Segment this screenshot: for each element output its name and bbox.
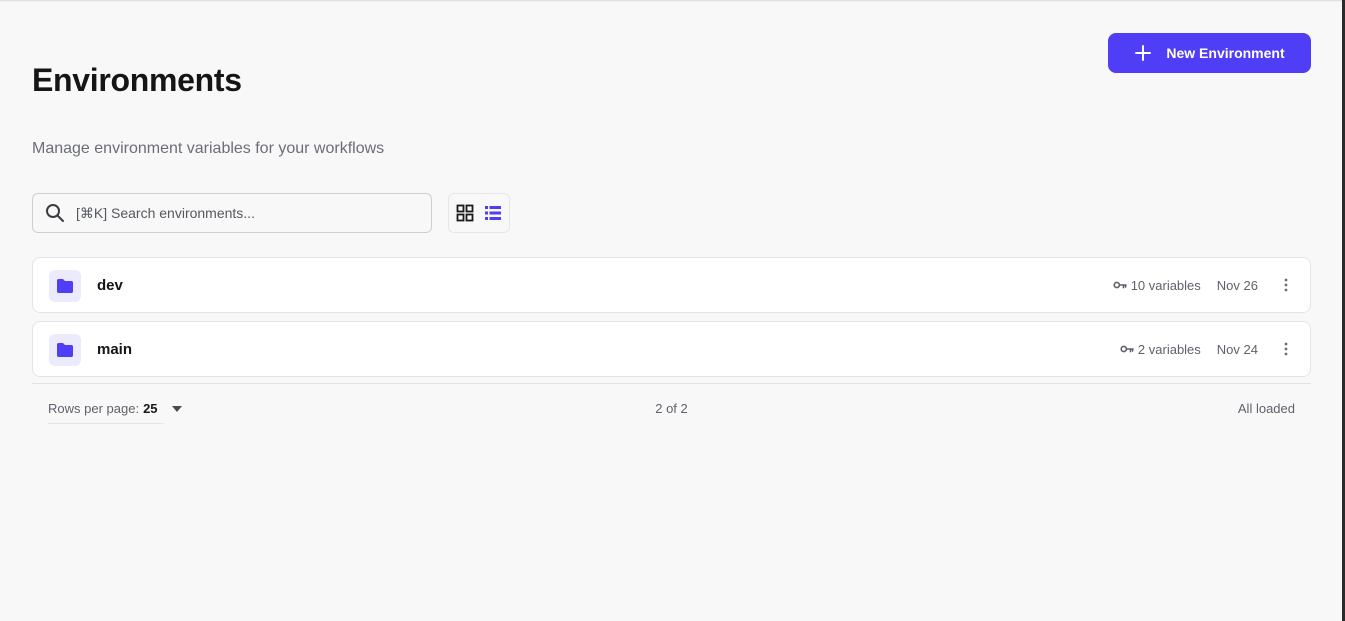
new-environment-button[interactable]: New Environment: [1108, 33, 1311, 73]
environment-name: dev: [97, 277, 123, 294]
more-options-icon[interactable]: [1278, 275, 1294, 295]
folder-icon: [49, 334, 81, 366]
top-shadow: [0, 0, 1345, 2]
list-divider: [32, 383, 1311, 384]
new-environment-label: New Environment: [1166, 45, 1285, 61]
load-status: All loaded: [1237, 401, 1295, 416]
list-view-icon[interactable]: [482, 202, 504, 224]
environment-name: main: [97, 341, 133, 358]
key-icon: [1120, 344, 1134, 354]
environment-row[interactable]: dev 10 variables Nov 26: [32, 257, 1311, 313]
environment-meta: 2 variables Nov 24: [1120, 322, 1294, 376]
grid-view-icon[interactable]: [454, 202, 476, 224]
view-toggle: [448, 193, 510, 233]
environment-meta: 10 variables Nov 26: [1113, 258, 1294, 312]
variables-count: 2 variables: [1137, 341, 1201, 357]
plus-icon: [1134, 44, 1152, 62]
folder-icon: [49, 270, 81, 302]
environment-row[interactable]: main 2 variables Nov 24: [32, 321, 1311, 377]
key-icon: [1113, 280, 1127, 290]
updated-date: Nov 24: [1216, 341, 1258, 357]
search-icon: [45, 203, 65, 223]
environment-list: dev 10 variables Nov 26 main 2 variables…: [32, 257, 1311, 385]
page-subtitle: Manage environment variables for your wo…: [32, 140, 385, 157]
search-box[interactable]: [32, 193, 432, 233]
updated-date: Nov 26: [1216, 277, 1258, 293]
search-input[interactable]: [74, 204, 408, 222]
variables-count: 10 variables: [1130, 277, 1201, 293]
rows-per-page-underline: [48, 423, 164, 424]
more-options-icon[interactable]: [1278, 339, 1294, 359]
page-count: 2 of 2: [655, 401, 688, 416]
pagination-bar: Rows per page: 25 2 of 2 All loaded: [48, 401, 1295, 424]
page-title: Environments: [32, 62, 242, 98]
